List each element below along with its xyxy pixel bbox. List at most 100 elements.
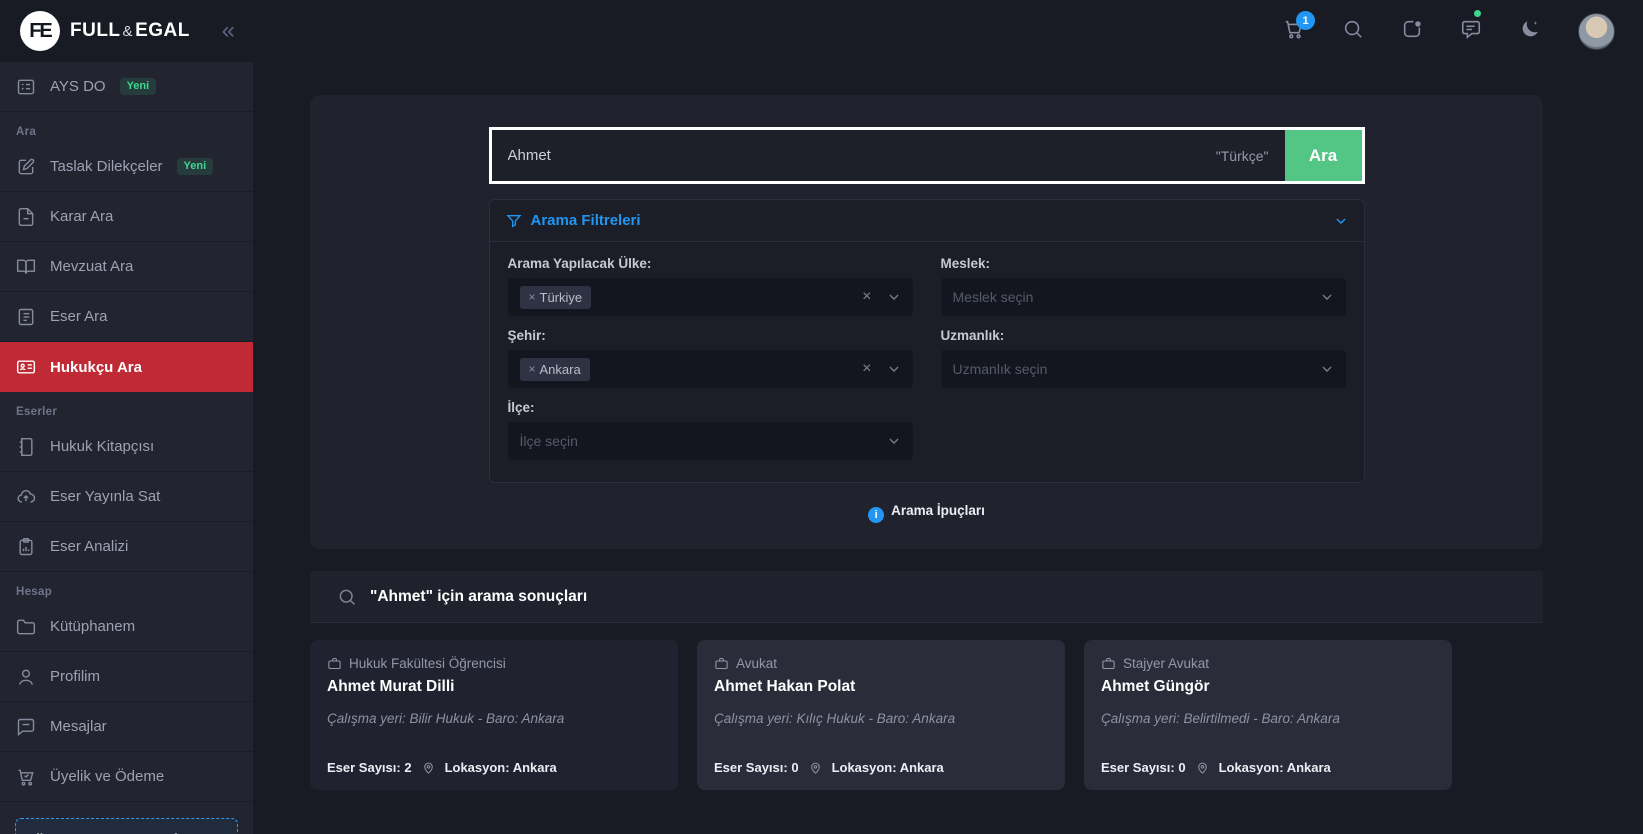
district-placeholder: İlçe seçin	[520, 433, 578, 449]
search-icon	[1342, 18, 1364, 45]
specialty-placeholder: Uzmanlık seçin	[953, 361, 1048, 377]
lawyer-card[interactable]: Avukat Ahmet Hakan Polat Çalışma yeri: K…	[697, 640, 1065, 790]
sidebar-item-eser-analizi[interactable]: Eser Analizi	[0, 522, 253, 572]
clear-select-icon[interactable]: ×	[862, 289, 871, 305]
notifications-icon	[1401, 18, 1423, 45]
sidebar-item-label: Karar Ara	[50, 208, 113, 225]
sidebar-item-uyelik-ve-odeme[interactable]: Üyelik ve Ödeme	[0, 752, 253, 802]
avatar[interactable]	[1578, 13, 1615, 50]
sidebar-item-mevzuat-ara[interactable]: Mevzuat Ara	[0, 242, 253, 292]
filter-panel: Arama Filtreleri Arama Yapılacak Ülke: ×…	[489, 199, 1365, 483]
sidebar-item-karar-ara[interactable]: Karar Ara	[0, 192, 253, 242]
sidebar-item-kutuphanem[interactable]: Kütüphanem	[0, 602, 253, 652]
sidebar-item-label: Hukuk Kitapçısı	[50, 438, 154, 455]
chevron-down-icon[interactable]	[887, 290, 901, 304]
city-select[interactable]: ×Ankara ×	[508, 350, 913, 388]
search-tips-label: Arama İpuçları	[891, 503, 985, 518]
sidebar-item-label: Eser Yayınla Sat	[50, 488, 160, 505]
sidebar-item-mesajlar[interactable]: Mesajlar	[0, 702, 253, 752]
sidebar-section-eserler: Eserler	[0, 392, 253, 422]
sidebar: AYS DO Yeni Ara Taslak Dilekçeler Yeni K…	[0, 62, 253, 834]
workplace-text: Çalışma yeri: Kılıç Hukuk - Baro: Ankara	[714, 711, 1048, 726]
sidebar-item-taslak-dilekceler[interactable]: Taslak Dilekçeler Yeni	[0, 142, 253, 192]
filter-column-left: Arama Yapılacak Ülke: ×Türkiye × Şehir: …	[508, 256, 913, 460]
sidebar-item-label: Üyelik ve Ödeme	[50, 768, 164, 785]
search-button[interactable]	[1342, 20, 1364, 42]
sidebar-item-label: Profilim	[50, 668, 100, 685]
workplace-text: Çalışma yeri: Belirtilmedi - Baro: Ankar…	[1101, 711, 1435, 726]
document-icon	[16, 207, 36, 227]
id-card-icon	[16, 357, 36, 377]
sidebar-item-label: Eser Analizi	[50, 538, 128, 555]
city-label: Şehir:	[508, 328, 913, 343]
lawyer-card[interactable]: Hukuk Fakültesi Öğrencisi Ahmet Murat Di…	[310, 640, 678, 790]
location-text: Lokasyon: Ankara	[1219, 760, 1331, 775]
remove-tag-icon[interactable]: ×	[529, 290, 536, 304]
chevron-down-icon[interactable]	[887, 434, 901, 448]
profession-select[interactable]: Meslek seçin	[941, 278, 1346, 316]
logo[interactable]: FE FULL&EGAL «	[0, 11, 253, 51]
briefcase-icon	[1101, 656, 1116, 671]
info-icon: i	[868, 507, 884, 523]
lawyer-card[interactable]: Stajyer Avukat Ahmet Güngör Çalışma yeri…	[1084, 640, 1452, 790]
yeni-badge: Yeni	[177, 158, 214, 175]
online-status-dot	[1474, 10, 1481, 17]
briefcase-icon	[327, 656, 342, 671]
search-input[interactable]	[492, 130, 1216, 181]
search-panel: "Türkçe" Ara Arama Filtreleri Arama Yapı…	[310, 95, 1543, 549]
moon-icon	[1519, 18, 1541, 45]
book-open-icon	[16, 257, 36, 277]
workplace-text: Çalışma yeri: Bilir Hukuk - Baro: Ankara	[327, 711, 661, 726]
profession-label: Hukuk Fakültesi Öğrencisi	[349, 656, 506, 671]
sidebar-item-profilim[interactable]: Profilim	[0, 652, 253, 702]
district-select[interactable]: İlçe seçin	[508, 422, 913, 460]
clear-select-icon[interactable]: ×	[862, 361, 871, 377]
app: FE FULL&EGAL « 1	[0, 0, 1643, 834]
sidebar-item-label: Hukukçu Ara	[50, 359, 142, 376]
country-select[interactable]: ×Türkiye ×	[508, 278, 913, 316]
chevron-down-icon[interactable]	[887, 362, 901, 376]
clipboard-chart-icon	[16, 537, 36, 557]
filter-panel-title: Arama Filtreleri	[531, 212, 641, 229]
search-submit-button[interactable]: Ara	[1285, 130, 1362, 181]
searchbar: "Türkçe" Ara	[489, 127, 1365, 184]
chevron-down-icon[interactable]	[1334, 214, 1348, 228]
chevron-down-icon[interactable]	[1320, 290, 1334, 304]
sidebar-item-label: AYS DO	[50, 78, 106, 95]
lawyer-name: Ahmet Hakan Polat	[714, 678, 1048, 696]
remove-tag-icon[interactable]: ×	[529, 362, 536, 376]
messages-button[interactable]	[1460, 20, 1482, 42]
chevron-down-icon[interactable]	[1320, 362, 1334, 376]
sidebar-item-eser-yayinla-sat[interactable]: Eser Yayınla Sat	[0, 472, 253, 522]
specialty-label: Uzmanlık:	[941, 328, 1346, 343]
selected-city-tag: ×Ankara	[520, 358, 590, 381]
dark-mode-toggle[interactable]	[1519, 20, 1541, 42]
user-icon	[16, 667, 36, 687]
notebook-icon	[16, 437, 36, 457]
topbar-actions: 1	[1283, 13, 1643, 50]
search-icon	[337, 587, 357, 607]
funnel-icon	[506, 213, 522, 229]
sidebar-item-eser-ara[interactable]: Eser Ara	[0, 292, 253, 342]
sidebar-item-ays-do[interactable]: AYS DO Yeni	[0, 62, 253, 112]
search-tips-link[interactable]: i Arama İpuçları	[310, 503, 1543, 523]
sidebar-section-hesap: Hesap	[0, 572, 253, 602]
edit-icon	[16, 157, 36, 177]
map-pin-icon	[421, 760, 436, 775]
filter-panel-header[interactable]: Arama Filtreleri	[490, 200, 1364, 242]
logo-monogram: FE	[20, 11, 60, 51]
sidebar-item-hukukcu-ara[interactable]: Hukukçu Ara	[0, 342, 253, 392]
results-cards: Hukuk Fakültesi Öğrencisi Ahmet Murat Di…	[310, 640, 1643, 790]
messages-icon	[1460, 18, 1482, 45]
specialty-select[interactable]: Uzmanlık seçin	[941, 350, 1346, 388]
sidebar-item-hukuk-kitapcisi[interactable]: Hukuk Kitapçısı	[0, 422, 253, 472]
map-pin-icon	[808, 760, 823, 775]
cart-button[interactable]: 1	[1283, 20, 1305, 42]
sidebar-item-label: Mevzuat Ara	[50, 258, 133, 275]
works-count: Eser Sayısı: 0	[1101, 760, 1186, 775]
notifications-button[interactable]	[1401, 20, 1423, 42]
profession-label: Avukat	[736, 656, 777, 671]
collapse-sidebar-icon[interactable]: «	[222, 19, 235, 43]
list-icon	[16, 307, 36, 327]
location-text: Lokasyon: Ankara	[445, 760, 557, 775]
